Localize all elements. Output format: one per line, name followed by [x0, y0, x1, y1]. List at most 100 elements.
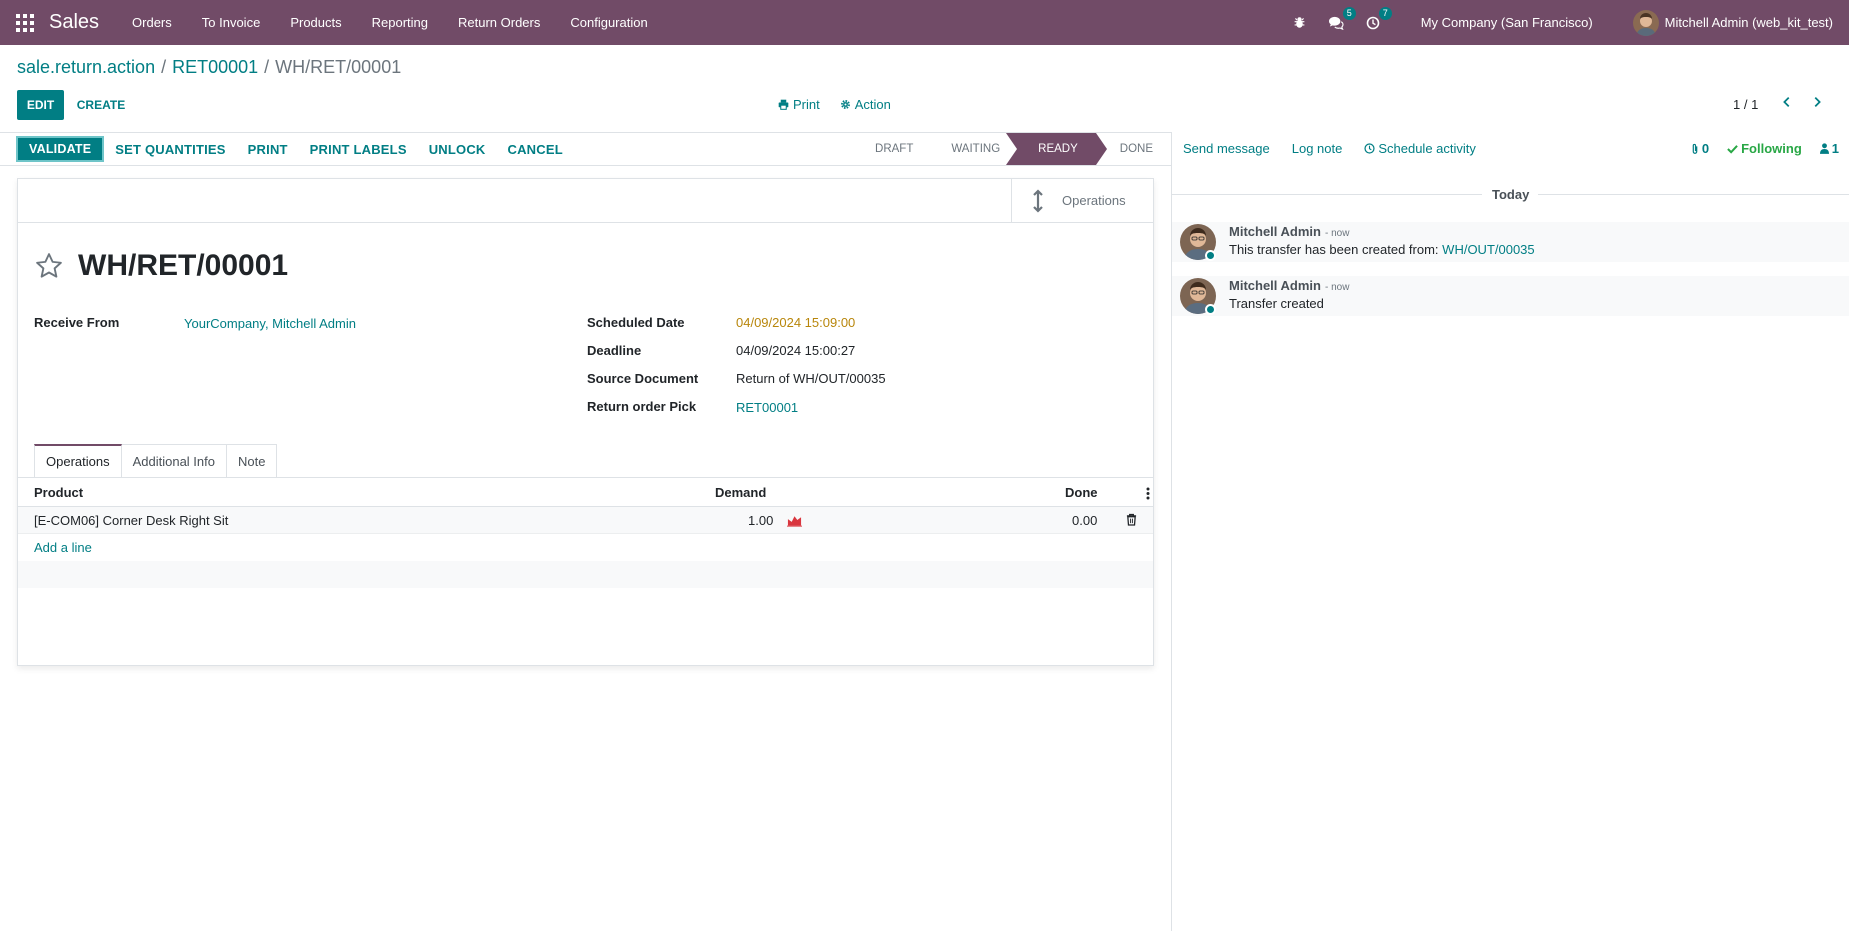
tab-divider — [18, 477, 1153, 478]
add-line-link[interactable]: Add a line — [34, 540, 92, 555]
chevron-right-icon[interactable] — [1810, 95, 1824, 109]
activities-count-badge: 7 — [1378, 6, 1392, 20]
followers-button[interactable]: 1 — [1819, 141, 1839, 156]
log-note-button[interactable]: Log note — [1292, 141, 1343, 156]
following-button[interactable]: Following — [1727, 141, 1802, 156]
scheduled-date-label: Scheduled Date — [587, 315, 685, 330]
app-brand[interactable]: Sales — [49, 11, 99, 34]
menu-orders[interactable]: Orders — [117, 15, 187, 30]
stage-ready[interactable]: READY — [1006, 133, 1107, 165]
chatter-followers: 0 Following 1 — [1690, 141, 1839, 156]
stage-draft[interactable]: DRAFT — [855, 133, 931, 165]
activities-clock-icon[interactable]: 7 — [1366, 6, 1392, 30]
systray: 5 7 My Company (San Francisco) Mitchell … — [1282, 0, 1849, 45]
operations-smart-button[interactable]: Operations — [1011, 179, 1153, 222]
top-navbar: Sales Orders To Invoice Products Reporti… — [0, 0, 1849, 45]
cancel-button[interactable]: CANCEL — [497, 136, 574, 162]
company-switcher[interactable]: My Company (San Francisco) — [1421, 15, 1593, 30]
followers-count: 1 — [1831, 141, 1839, 156]
print-label: Print — [793, 97, 820, 112]
user-name: Mitchell Admin (web_kit_test) — [1664, 15, 1833, 30]
gear-icon — [840, 100, 850, 109]
schedule-activity-label: Schedule activity — [1378, 141, 1476, 156]
apps-menu-icon[interactable] — [16, 13, 34, 32]
action-menu[interactable]: Action — [840, 97, 891, 112]
unlock-button[interactable]: UNLOCK — [418, 136, 497, 162]
chevron-left-icon[interactable] — [1780, 95, 1794, 109]
action-menus: Print Action — [778, 97, 891, 112]
print-button[interactable]: PRINT — [237, 136, 299, 162]
receive-from-value[interactable]: YourCompany, Mitchell Admin — [184, 316, 356, 331]
print-labels-button[interactable]: PRINT LABELS — [299, 136, 418, 162]
trash-icon[interactable] — [1126, 513, 1137, 526]
action-label: Action — [854, 97, 891, 112]
column-product[interactable]: Product — [34, 485, 83, 500]
record-title-row: WH/RET/00001 — [34, 249, 288, 283]
set-quantities-button[interactable]: SET QUANTITIES — [104, 136, 236, 162]
check-icon — [1727, 144, 1738, 154]
column-options-icon[interactable] — [1146, 487, 1150, 500]
attachments-count: 0 — [1701, 141, 1710, 156]
user-avatar — [1632, 9, 1659, 36]
breadcrumb-return-action[interactable]: sale.return.action — [17, 57, 155, 78]
breadcrumb-current: WH/RET/00001 — [275, 57, 402, 77]
user-icon — [1819, 143, 1829, 154]
return-pick-label: Return order Pick — [587, 399, 697, 414]
tab-note[interactable]: Note — [227, 444, 278, 477]
pager-arrows — [1780, 95, 1824, 109]
chatter: Send message Log note Schedule activity … — [1171, 132, 1849, 931]
messages-icon[interactable]: 5 — [1328, 6, 1356, 30]
print-menu[interactable]: Print — [778, 97, 820, 112]
column-done[interactable]: Done — [1065, 485, 1098, 500]
message-body: Transfer created — [1229, 296, 1324, 311]
notebook-tabs: Operations Additional Info Note — [34, 444, 278, 477]
breadcrumb-return-order[interactable]: RET00001 — [172, 57, 258, 78]
empty-row — [18, 561, 1153, 588]
smart-button-box: Operations — [18, 179, 1153, 223]
form-sheet: Operations WH/RET/00001 Receive From You… — [17, 178, 1154, 666]
validate-button[interactable]: VALIDATE — [16, 136, 105, 162]
edit-button[interactable]: EDIT — [17, 90, 64, 120]
create-button[interactable]: CREATE — [70, 90, 132, 120]
date-separator: Today — [1172, 187, 1849, 202]
column-demand[interactable]: Demand — [715, 485, 766, 500]
source-document-label: Source Document — [587, 371, 699, 386]
menu-reporting[interactable]: Reporting — [357, 15, 443, 30]
chatter-actions: Send message Log note Schedule activity — [1183, 141, 1476, 156]
stage-waiting[interactable]: WAITING — [931, 133, 1018, 165]
date-separator-label: Today — [1492, 187, 1530, 202]
menu-configuration[interactable]: Configuration — [555, 15, 662, 30]
chatter-message: Mitchell Admin - now Transfer created — [1172, 276, 1849, 316]
message-author: Mitchell Admin - now — [1229, 224, 1350, 239]
attachments-button[interactable]: 0 — [1690, 141, 1709, 156]
menu-return-orders[interactable]: Return Orders — [443, 15, 555, 30]
stage-pipeline: DRAFT WAITING READY DONE — [855, 133, 1171, 165]
forecast-chart-icon[interactable] — [787, 514, 802, 527]
following-label: Following — [1741, 141, 1802, 156]
tab-operations[interactable]: Operations — [34, 444, 122, 477]
message-link[interactable]: WH/OUT/00035 — [1442, 242, 1534, 257]
table-header: Product Demand Done — [18, 479, 1153, 507]
scheduled-date-value: 04/09/2024 15:09:00 — [736, 315, 856, 330]
table-row[interactable]: [E-COM06] Corner Desk Right Sit 1.00 0.0… — [18, 507, 1153, 534]
row-demand: 1.00 — [748, 513, 774, 528]
deadline-label: Deadline — [587, 343, 642, 358]
bug-icon[interactable] — [1293, 16, 1306, 29]
message-body: This transfer has been created from: WH/… — [1229, 242, 1535, 257]
return-pick-value[interactable]: RET00001 — [736, 400, 798, 415]
main-menu: Orders To Invoice Products Reporting Ret… — [117, 15, 663, 30]
menu-products[interactable]: Products — [275, 15, 356, 30]
pager-value[interactable]: 1 / 1 — [1733, 97, 1758, 112]
tab-additional-info[interactable]: Additional Info — [121, 444, 227, 477]
receive-from-label: Receive From — [34, 315, 120, 330]
user-menu[interactable]: Mitchell Admin (web_kit_test) — [1632, 9, 1833, 36]
row-done: 0.00 — [1072, 513, 1098, 528]
menu-to-invoice[interactable]: To Invoice — [187, 15, 276, 30]
clock-icon — [1364, 143, 1375, 154]
send-message-button[interactable]: Send message — [1183, 141, 1270, 156]
breadcrumb: sale.return.action / RET00001 / WH/RET/0… — [17, 57, 401, 78]
arrows-v-icon — [1033, 188, 1043, 213]
star-icon[interactable] — [34, 251, 64, 281]
online-status-icon — [1205, 250, 1216, 261]
schedule-activity-button[interactable]: Schedule activity — [1364, 141, 1476, 156]
